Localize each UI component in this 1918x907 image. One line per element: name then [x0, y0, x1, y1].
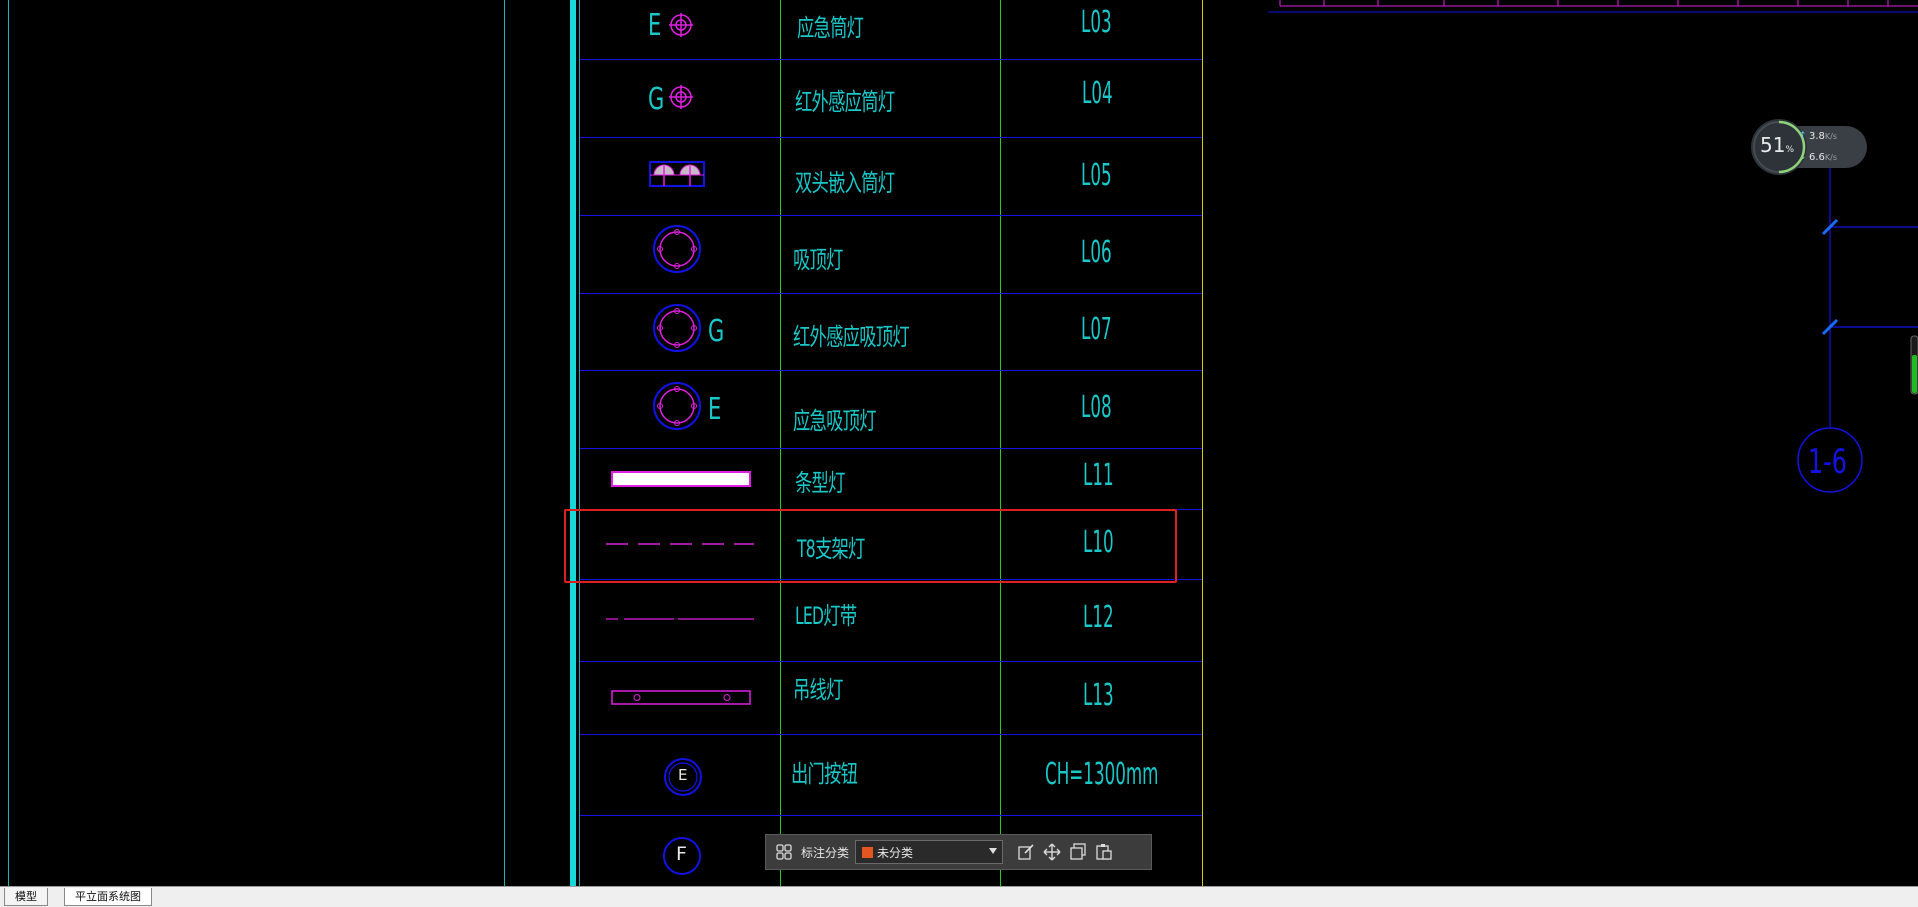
- ceiling-light-icon: [653, 225, 701, 273]
- row-name: 红外感应筒灯: [795, 88, 895, 116]
- layout-tab-bar: 模型 平立面系统图: [0, 886, 1918, 907]
- row-name: 吸顶灯: [793, 246, 843, 274]
- table-row-separator: [580, 370, 1202, 371]
- wiring-diagram-fragment: [1797, 150, 1918, 493]
- symbol-letter: G: [648, 82, 665, 117]
- row-name: 出门按钮: [791, 760, 858, 788]
- download-speed: 6.6K/s: [1809, 152, 1838, 163]
- row-code: L04: [1082, 76, 1113, 111]
- selection-highlight-box: [564, 509, 1177, 583]
- move-icon[interactable]: [1039, 839, 1065, 865]
- network-speed-widget[interactable]: 51% ↑ 3.8K/s ↓ 6.6K/s: [1751, 119, 1869, 175]
- row-name: 应急吸顶灯: [793, 407, 877, 435]
- row-code: CH=1300mm: [1045, 757, 1159, 792]
- table-row-separator: [580, 448, 1202, 449]
- emergency-ceiling-light-icon: [653, 382, 701, 430]
- category-dropdown[interactable]: 未分类: [855, 840, 1004, 864]
- category-color-swatch: [862, 846, 874, 858]
- infrared-downlight-icon: [669, 85, 693, 109]
- row-name: 红外感应吸顶灯: [793, 323, 910, 351]
- table-column-divider: [780, 0, 781, 886]
- row-code: L12: [1083, 600, 1114, 635]
- strip-light-icon: [611, 471, 751, 487]
- cad-drawing-canvas[interactable]: E 应急筒灯 L03 G 红外感应筒灯 L04 双头嵌入筒灯 L05 吸顶灯 L…: [0, 0, 1918, 886]
- symbol-letter: F: [676, 843, 687, 865]
- row-code: L08: [1081, 390, 1112, 425]
- row-code: L13: [1083, 678, 1114, 713]
- paste-icon[interactable]: [1091, 839, 1117, 865]
- row-name: 吊线灯: [793, 676, 843, 704]
- table-column-divider: [1000, 0, 1001, 886]
- row-code: L11: [1083, 458, 1114, 493]
- infrared-ceiling-light-icon: [653, 304, 701, 352]
- table-row-separator: [580, 734, 1202, 735]
- row-name: 双头嵌入筒灯: [795, 169, 895, 197]
- edit-icon[interactable]: [1013, 839, 1039, 865]
- table-border-line: [579, 0, 580, 886]
- copy-icon[interactable]: [1065, 839, 1091, 865]
- symbol-letter: E: [648, 8, 662, 43]
- upload-speed: 3.8K/s: [1809, 131, 1838, 142]
- symbol-letter: E: [678, 766, 688, 784]
- grid-bubble-label: 1-6: [1808, 442, 1847, 482]
- row-name: LED灯带: [795, 602, 857, 630]
- table-border-thick: [570, 0, 576, 886]
- double-recessed-downlight-icon: [649, 161, 705, 187]
- table-row-separator: [580, 59, 1202, 60]
- table-row-separator: [580, 215, 1202, 216]
- led-strip-icon: [606, 618, 754, 620]
- row-name: 应急筒灯: [797, 14, 864, 42]
- drawing-border-line: [504, 0, 505, 886]
- category-selected-value: 未分类: [877, 845, 914, 860]
- emergency-downlight-icon: [669, 13, 693, 37]
- row-code: L06: [1081, 235, 1112, 270]
- symbol-letter: G: [708, 314, 725, 349]
- annotation-toolbar: 标注分类 未分类: [765, 834, 1152, 870]
- table-right-border: [1202, 0, 1203, 886]
- row-name: 条型灯: [795, 469, 845, 497]
- table-row-separator: [580, 137, 1202, 138]
- table-row-separator: [580, 815, 1202, 816]
- pendant-light-icon: [611, 690, 751, 705]
- drawing-border-line: [8, 0, 9, 886]
- grid-apps-icon[interactable]: [771, 839, 797, 865]
- tab-model[interactable]: 模型: [4, 888, 48, 906]
- row-code: L03: [1081, 5, 1112, 40]
- usage-percent: 51%: [1760, 133, 1795, 157]
- table-row-separator: [580, 293, 1202, 294]
- tab-plan-elevation-system[interactable]: 平立面系统图: [64, 888, 152, 906]
- row-code: L07: [1081, 312, 1112, 347]
- download-arrow-icon: ↓: [1799, 152, 1807, 162]
- table-row-separator: [580, 661, 1202, 662]
- chevron-down-icon: [989, 848, 998, 854]
- row-code: L05: [1081, 158, 1112, 193]
- category-label: 标注分类: [801, 845, 850, 860]
- upload-arrow-icon: ↑: [1799, 131, 1807, 141]
- top-right-table-fragment: [1268, 0, 1918, 13]
- symbol-letter: E: [708, 392, 722, 427]
